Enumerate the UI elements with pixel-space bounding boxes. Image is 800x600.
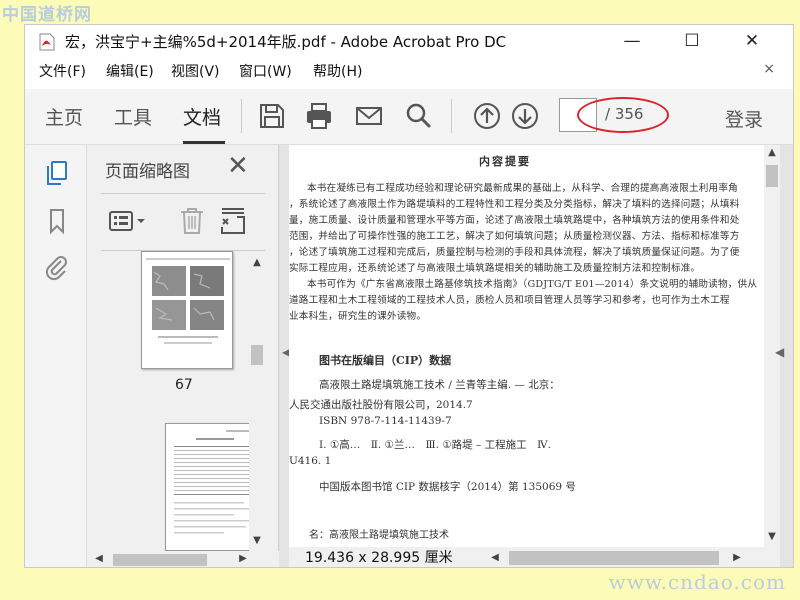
close-button[interactable]: ✕ <box>729 25 775 57</box>
search-icon[interactable] <box>403 101 433 131</box>
thumbnail-page-number: 67 <box>175 377 193 393</box>
scroll-thumb[interactable] <box>766 165 778 187</box>
thumbnails-panel: 页面缩略图 ✕ 67 ▲ ▼ ◀ ▶ <box>87 145 279 567</box>
delete-page-icon[interactable] <box>179 205 205 237</box>
toolbar-divider <box>241 99 242 133</box>
save-icon[interactable] <box>257 101 287 131</box>
bookmarks-icon[interactable] <box>43 207 71 235</box>
cip-line: 人民交通出版社股份有限公司，2014.7 <box>289 399 473 411</box>
window-title: 宏，洪宝宁+主编%5d+2014年版.pdf - Adobe Acrobat P… <box>65 33 507 51</box>
pdf-page: 内容提要 本书在凝练已有工程成功经验和理论研究最新成果的基础上，从科学、合理的提… <box>289 145 764 547</box>
close-document-button[interactable]: × <box>763 61 775 77</box>
scroll-up-arrow[interactable]: ▲ <box>249 257 265 268</box>
maximize-button[interactable]: ☐ <box>669 25 715 57</box>
paragraph-line: 实际工程应用，还系统论述了与高液限土填筑路堤相关的辅助施工及质量控制方法和控制标… <box>289 263 701 274</box>
paragraph-line: ，系统论述了高液限土作为路堤填料的工程特性和工程分类及分类指标，解决了填料的选择… <box>289 199 740 210</box>
cip-title: 图书在版编目（CIP）数据 <box>319 354 452 367</box>
scroll-down-arrow[interactable]: ▼ <box>249 535 265 546</box>
extract-pages-icon[interactable] <box>219 205 247 237</box>
scroll-thumb[interactable] <box>509 551 719 565</box>
menu-help[interactable]: 帮助(H) <box>313 61 362 81</box>
paragraph-line: 业本科生，研究生的课外读物。 <box>289 311 427 322</box>
annotation-oval <box>577 97 669 133</box>
paragraph-line: 量，施工质量、设计质量和管理水平等方面，论述了高液限土填筑路堤中，各种填筑方法的… <box>289 215 740 226</box>
scroll-left-arrow[interactable]: ◀ <box>487 552 503 563</box>
cip-line: ISBN 978-7-114-11439-7 <box>319 415 452 427</box>
page-thumbnails-icon[interactable] <box>43 159 71 187</box>
login-button[interactable]: 登录 <box>725 105 763 132</box>
acrobat-window: 宏，洪宝宁+主编%5d+2014年版.pdf - Adobe Acrobat P… <box>24 24 794 568</box>
cip-line: 中国版本图书馆 CIP 数据核字（2014）第 135069 号 <box>319 481 576 493</box>
thumbnails-vertical-scrollbar[interactable]: ▲ ▼ <box>249 257 265 551</box>
print-icon[interactable] <box>304 101 334 131</box>
scroll-down-arrow[interactable]: ▼ <box>764 531 780 542</box>
menu-view[interactable]: 视图(V) <box>171 61 220 81</box>
scroll-right-arrow[interactable]: ▶ <box>235 553 251 564</box>
tab-document[interactable]: 文档 <box>183 103 221 130</box>
page-thumbnail-67[interactable] <box>141 251 233 369</box>
page-thumbnail-68[interactable] <box>165 423 257 551</box>
tab-tools[interactable]: 工具 <box>114 103 152 130</box>
previous-page-icon[interactable] <box>472 101 502 131</box>
minimize-button[interactable]: — <box>609 25 655 57</box>
active-tab-indicator <box>183 141 225 144</box>
menu-bar: 文件(F) 编辑(E) 视图(V) 窗口(W) 帮助(H) × <box>25 61 793 83</box>
page-size-indicator: 19.436 x 28.995 厘米 <box>305 550 453 566</box>
cip-line: U416. 1 <box>289 455 332 467</box>
paragraph-line: ，论述了填筑施工过程和完成后，质量控制与检测的手段和具体流程，解决了填筑质量保证… <box>289 247 740 258</box>
attachments-icon[interactable] <box>43 253 71 281</box>
thumbnail-options-icon[interactable] <box>107 205 147 237</box>
next-page-icon[interactable] <box>510 101 540 131</box>
thumbnails-panel-title: 页面缩略图 <box>105 162 190 182</box>
book-name-line: 名：高液限土路堤填筑施工技术 <box>309 530 449 541</box>
menu-window[interactable]: 窗口(W) <box>239 61 292 81</box>
paragraph-line: 本书可作为《广东省高液限土路基修筑技术指南》（GDJTG/T E01—2014）… <box>307 279 758 290</box>
thumbnails-horizontal-scrollbar[interactable]: ◀ ▶ <box>87 551 279 567</box>
close-panel-button[interactable]: ✕ <box>227 151 249 181</box>
paragraph-line: 范围，并给出了可操作性强的施工工艺，解决了如何填筑问题；从质量检测仪器、方法、指… <box>289 231 740 242</box>
navigation-rail <box>25 145 87 567</box>
watermark-top: 中国道桥网 <box>2 5 92 25</box>
divider <box>101 193 265 194</box>
document-view: ◀ 内容提要 本书在凝练已有工程成功经验和理论研究最新成果的基础上，从科学、合理… <box>279 145 793 567</box>
title-bar: 宏，洪宝宁+主编%5d+2014年版.pdf - Adobe Acrobat P… <box>25 25 793 57</box>
scroll-right-arrow[interactable]: ▶ <box>729 552 745 563</box>
expand-right-panel-arrow[interactable]: ◀ <box>775 345 784 359</box>
paragraph-line: 道路工程和土木工程领域的工程技术人员，质检人员和项目管理人员等学习和参考，也可作… <box>289 295 730 306</box>
scroll-thumb[interactable] <box>251 345 263 365</box>
menu-file[interactable]: 文件(F) <box>39 61 86 81</box>
email-icon[interactable] <box>354 101 384 131</box>
watermark-bottom: www.cndao.com <box>608 570 786 594</box>
scroll-up-arrow[interactable]: ▲ <box>764 147 780 158</box>
page-heading: 内容提要 <box>479 155 531 168</box>
menu-edit[interactable]: 编辑(E) <box>106 61 154 81</box>
paragraph-line: 本书在凝练已有工程成功经验和理论研究最新成果的基础上，从科学、合理的提高高液限土… <box>307 183 738 194</box>
pdf-file-icon <box>39 33 55 51</box>
scroll-thumb[interactable] <box>113 554 207 566</box>
cip-line: Ⅰ. ①高… Ⅱ. ①兰… Ⅲ. ①路堤 – 工程施工 Ⅳ. <box>319 439 551 451</box>
toolbar: 主页 工具 文档 / 356 登录 <box>25 89 793 145</box>
tab-home[interactable]: 主页 <box>45 103 83 130</box>
scroll-left-arrow[interactable]: ◀ <box>91 553 107 564</box>
toolbar-divider <box>451 99 452 133</box>
cip-line: 高液限土路堤填筑施工技术 / 兰青等主编. — 北京： <box>319 379 560 391</box>
